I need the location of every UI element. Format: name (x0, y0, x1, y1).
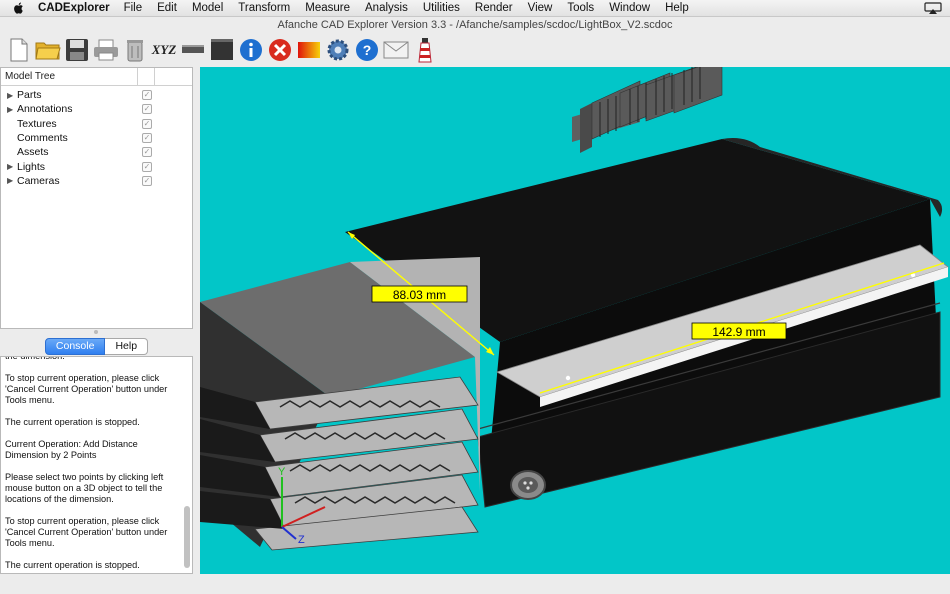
tab-console[interactable]: Console (44, 338, 106, 355)
visibility-checkbox[interactable]: ✓ (142, 161, 152, 172)
stop-icon[interactable] (267, 37, 293, 63)
tree-item-lights[interactable]: ▶ Lights ✓ (1, 159, 192, 173)
print-icon[interactable] (93, 37, 119, 63)
model-tree-title: Model Tree (5, 71, 56, 82)
column-separator (154, 68, 155, 85)
tree-item-comments[interactable]: Comments ✓ (1, 131, 192, 145)
lighthouse-icon[interactable] (412, 37, 438, 63)
trash-icon[interactable] (122, 37, 148, 63)
disclosure-triangle-icon[interactable]: ▶ (7, 105, 15, 114)
visibility-checkbox[interactable]: ✓ (142, 175, 152, 186)
tree-item-label: Lights (17, 160, 46, 173)
heatsink-fins-back (572, 67, 723, 153)
svg-text:?: ? (363, 42, 372, 58)
menu-edit[interactable]: Edit (157, 2, 177, 14)
toolbar: XYZ ? (0, 33, 950, 66)
tree-item-label: Cameras (17, 174, 60, 187)
menu-tools[interactable]: Tools (567, 2, 594, 14)
model-tree-panel: Model Tree ▶ Parts ✓ ▶ Annotations ✓ Texture… (0, 67, 193, 329)
menu-measure[interactable]: Measure (305, 2, 350, 14)
axis-z-label: Z (298, 534, 305, 546)
tree-item-textures[interactable]: Textures ✓ (1, 117, 192, 131)
open-folder-icon[interactable] (35, 37, 61, 63)
tree-item-label: Textures (17, 117, 57, 130)
disclosure-triangle-icon[interactable]: ▶ (7, 176, 15, 185)
mail-icon[interactable] (383, 37, 409, 63)
visibility-checkbox[interactable]: ✓ (142, 118, 152, 129)
column-separator (137, 68, 138, 85)
window-title: Afanche CAD Explorer Version 3.3 - /Afan… (277, 19, 673, 31)
menu-help[interactable]: Help (665, 2, 689, 14)
menu-analysis[interactable]: Analysis (365, 2, 408, 14)
gradient-icon[interactable] (296, 37, 322, 63)
model-render[interactable]: 88.03 mm 142.9 mm Y Z (200, 67, 950, 574)
xyz-icon[interactable]: XYZ (151, 37, 177, 63)
model-tree-header: Model Tree (1, 68, 192, 86)
panel-splitter[interactable] (0, 329, 193, 335)
console-tabs: Console Help (0, 338, 193, 358)
apple-icon[interactable] (12, 1, 26, 15)
tree-item-parts[interactable]: ▶ Parts ✓ (1, 88, 192, 102)
splitter-handle[interactable] (94, 330, 98, 334)
tree-item-assets[interactable]: Assets ✓ (1, 145, 192, 159)
tree-item-label: Parts (17, 89, 42, 102)
menu-transform[interactable]: Transform (238, 2, 290, 14)
ruler-icon[interactable] (180, 37, 206, 63)
3d-viewport[interactable]: 88.03 mm 142.9 mm Y Z (200, 67, 950, 574)
info-icon[interactable] (238, 37, 264, 63)
tree-item-cameras[interactable]: ▶ Cameras ✓ (1, 174, 192, 188)
visibility-checkbox[interactable]: ✓ (142, 90, 152, 101)
save-icon[interactable] (64, 37, 90, 63)
visibility-checkbox[interactable]: ✓ (142, 104, 152, 115)
disclosure-triangle-icon[interactable]: ▶ (7, 162, 15, 171)
menu-utilities[interactable]: Utilities (423, 2, 460, 14)
menu-render[interactable]: Render (475, 2, 513, 14)
tree-item-label: Annotations (17, 103, 73, 116)
console-panel: the dimension. To stop current operation… (0, 356, 193, 574)
window-bottom-bar (0, 575, 950, 594)
axis-y-label: Y (278, 466, 286, 478)
menu-window[interactable]: Window (609, 2, 650, 14)
gear-icon[interactable] (325, 37, 351, 63)
tree-item-label: Assets (17, 146, 49, 159)
console-output: the dimension. To stop current operation… (5, 356, 168, 570)
xyz-label: XYZ (151, 41, 177, 57)
film-icon[interactable] (209, 37, 235, 63)
menu-bar: CADExplorer File Edit Model Transform Me… (0, 0, 950, 17)
visibility-checkbox[interactable]: ✓ (142, 133, 152, 144)
airplay-icon[interactable] (924, 2, 942, 14)
app-name[interactable]: CADExplorer (38, 2, 110, 14)
disclosure-triangle-icon[interactable]: ▶ (7, 91, 15, 100)
tree-item-label: Comments (17, 132, 68, 145)
tab-help[interactable]: Help (105, 338, 149, 355)
tree-item-annotations[interactable]: ▶ Annotations ✓ (1, 102, 192, 116)
new-file-icon[interactable] (6, 37, 32, 63)
help-icon[interactable]: ? (354, 37, 380, 63)
dimension-label-142: 142.9 mm (712, 325, 765, 339)
visibility-checkbox[interactable]: ✓ (142, 147, 152, 158)
connector (510, 470, 546, 500)
menu-file[interactable]: File (124, 2, 143, 14)
dimension-label-88: 88.03 mm (393, 288, 446, 302)
menu-model[interactable]: Model (192, 2, 223, 14)
console-scrollbar[interactable] (184, 359, 190, 571)
menu-view[interactable]: View (528, 2, 553, 14)
scrollbar-thumb[interactable] (184, 506, 190, 568)
